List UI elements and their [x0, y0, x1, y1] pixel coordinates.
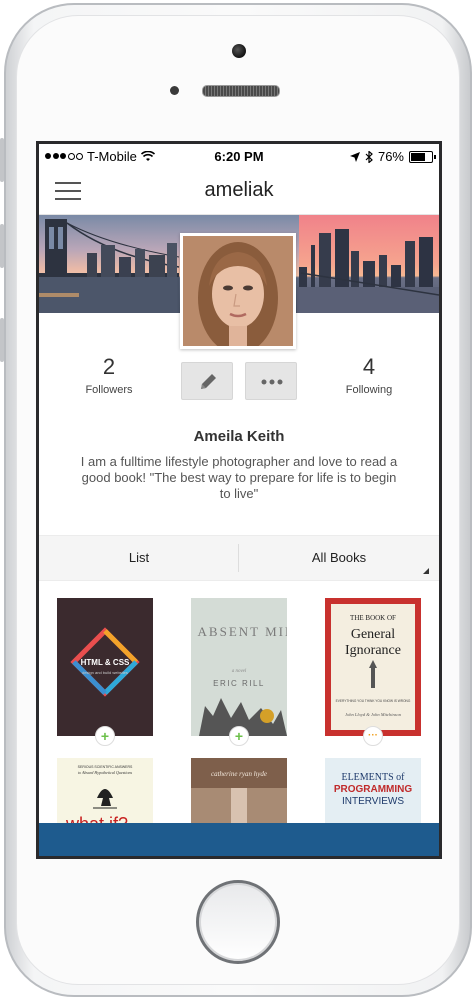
followers-label: Followers [85, 384, 133, 396]
tab-list[interactable]: List [39, 536, 239, 580]
volume-up-button [0, 224, 4, 268]
book-title-the-book-of: THE BOOK OF [350, 614, 396, 622]
location-arrow-icon [349, 151, 360, 162]
battery-percent: 76% [377, 149, 404, 164]
book-cover-html-css[interactable]: HTML & CSS design and build websites [57, 598, 153, 736]
page-title: ameliak [204, 179, 274, 201]
add-book-button[interactable]: + [95, 726, 115, 746]
following-stat[interactable]: 4 Following [319, 354, 419, 396]
bluetooth-icon [365, 150, 373, 163]
more-options-button[interactable] [245, 362, 297, 400]
home-button[interactable] [196, 880, 280, 964]
book-author-eric-rill: ERIC RILL [213, 679, 265, 688]
book-subtitle-an-absent-mind: a novel [232, 669, 247, 674]
book-title-programming: PROGRAMMING [334, 784, 413, 795]
edit-profile-button[interactable] [181, 362, 233, 400]
pencil-icon [201, 374, 216, 389]
view-tabs: List All Books [39, 535, 439, 581]
bottom-toolbar[interactable] [39, 823, 439, 856]
tab-all-books-dropdown[interactable]: All Books [239, 536, 439, 580]
book-title-elements-of: ELEMENTS of [341, 772, 405, 783]
profile-bio: I am a fulltime lifestyle photographer a… [80, 454, 398, 501]
book-title-interviews: INTERVIEWS [342, 796, 404, 807]
status-bar: T-Mobile 6:20 PM 76% [39, 144, 439, 168]
followers-stat[interactable]: 2 Followers [59, 354, 159, 396]
book-tagline2-what-if: to Absurd Hypothetical Questions [78, 770, 133, 775]
book-author: John Lloyd & John Mitchinson [345, 712, 402, 717]
book-subtitle-html-css: design and build websites [82, 670, 128, 675]
more-book-options-button[interactable]: ··· [363, 726, 383, 746]
following-label: Following [345, 384, 393, 396]
book-tagline: EVERYTHING YOU THINK YOU KNOW IS WRONG [336, 699, 411, 703]
book-cover-an-absent-mind[interactable]: AN ABSENT MIND a novel ERIC RILL [191, 598, 287, 736]
book-title-general: General [351, 627, 395, 642]
book-author-catherine-ryan-hyde: catherine ryan hyde [211, 770, 267, 778]
profile-avatar[interactable] [180, 233, 296, 349]
following-count: 4 [362, 354, 376, 379]
mute-switch [0, 138, 4, 182]
app-viewport: T-Mobile 6:20 PM 76% ameliak 2 Followers… [39, 144, 439, 856]
nav-bar: ameliak [39, 168, 439, 215]
battery-fill [411, 152, 425, 161]
book-title-html-css: HTML & CSS [81, 658, 130, 667]
phone-screen: T-Mobile 6:20 PM 76% ameliak 2 Followers… [36, 141, 442, 859]
status-right: 76% [349, 149, 436, 164]
book-cover-general-ignorance[interactable]: THE BOOK OF General Ignorance EVERYTHING… [325, 598, 421, 736]
book-title-ignorance: Ignorance [345, 643, 401, 658]
followers-count: 2 [102, 354, 116, 379]
earpiece-speaker [202, 85, 280, 97]
add-book-button[interactable]: + [229, 726, 249, 746]
book-title-an-absent-mind: AN ABSENT MIND [191, 624, 287, 639]
volume-down-button [0, 318, 4, 362]
dropdown-corner-icon [423, 568, 429, 574]
book-tagline-what-if: SERIOUS SCIENTIFIC ANSWERS [78, 765, 133, 769]
proximity-sensor [170, 86, 179, 95]
more-dots-icon [261, 379, 283, 385]
profile-name: Ameila Keith [193, 428, 285, 445]
battery-icon [409, 150, 436, 163]
front-camera [232, 44, 246, 58]
